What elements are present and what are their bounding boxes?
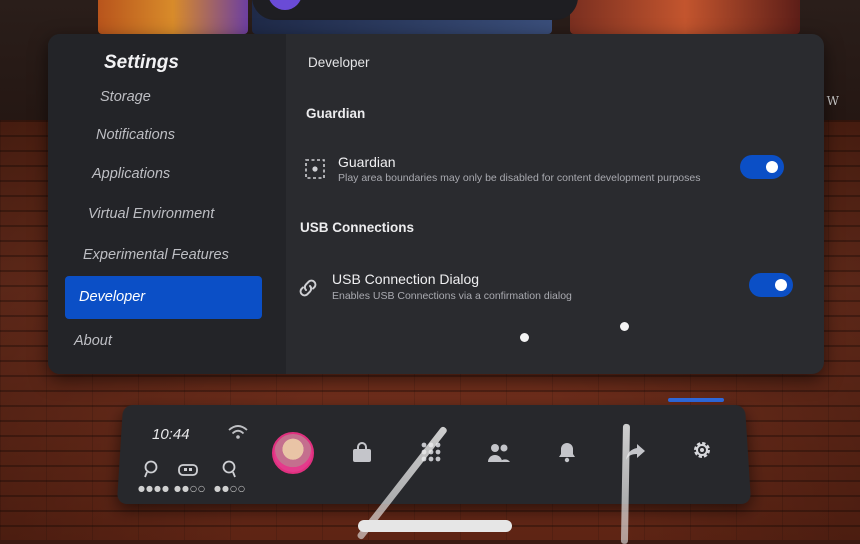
right-controller-battery: ●●○○	[214, 484, 246, 493]
avatar[interactable]	[272, 432, 314, 474]
wifi-icon	[228, 424, 248, 444]
guardian-toggle[interactable]	[740, 155, 784, 179]
settings-title: Settings	[104, 52, 179, 73]
left-controller-battery: ●●●●	[138, 484, 170, 493]
environment-poster	[570, 0, 800, 34]
guardian-setting-description: Play area boundaries may only be disable…	[338, 172, 701, 184]
people-icon[interactable]	[487, 442, 511, 468]
page-title: Developer	[308, 55, 370, 70]
dock-active-indicator	[668, 398, 724, 402]
link-icon	[296, 276, 320, 304]
sidebar-item-developer[interactable]: Developer	[65, 276, 262, 319]
usb-dialog-setting-description: Enables USB Connections via a confirmati…	[332, 290, 572, 302]
controller-pointer-dot	[620, 322, 629, 331]
section-heading-usb-connections: USB Connections	[300, 220, 415, 235]
toggle-knob	[766, 161, 778, 173]
top-overlay-bar	[252, 0, 578, 20]
settings-sidebar: Settings Storage Notifications Applicati…	[48, 34, 286, 374]
left-controller-icon	[142, 460, 160, 482]
guardian-setting-title: Guardian	[338, 154, 396, 170]
clock: 10:44	[152, 426, 190, 443]
sidebar-item-notifications[interactable]: Notifications	[96, 127, 175, 143]
notifications-bell-icon[interactable]	[556, 441, 578, 467]
sidebar-item-applications[interactable]: Applications	[92, 166, 170, 182]
usb-dialog-setting-title: USB Connection Dialog	[332, 271, 480, 287]
sidebar-item-about[interactable]: About	[74, 333, 112, 349]
store-icon[interactable]	[351, 442, 373, 468]
settings-panel: Settings Storage Notifications Applicati…	[48, 34, 824, 374]
headset-battery: ●●○○	[174, 484, 206, 493]
toggle-knob	[775, 279, 787, 291]
bottom-home-bar	[358, 520, 512, 532]
environment-poster	[98, 0, 248, 34]
headset-icon	[178, 462, 198, 481]
sidebar-item-storage[interactable]: Storage	[100, 89, 151, 105]
right-controller-icon	[220, 460, 238, 482]
sidebar-item-experimental-features[interactable]: Experimental Features	[83, 247, 229, 263]
controller-pointer-dot	[520, 333, 529, 342]
guardian-boundary-icon	[304, 158, 326, 184]
sidebar-item-virtual-environment[interactable]: Virtual Environment	[88, 206, 214, 222]
section-heading-guardian: Guardian	[306, 106, 366, 121]
usb-dialog-toggle[interactable]	[749, 273, 793, 297]
settings-gear-icon[interactable]	[691, 439, 713, 465]
